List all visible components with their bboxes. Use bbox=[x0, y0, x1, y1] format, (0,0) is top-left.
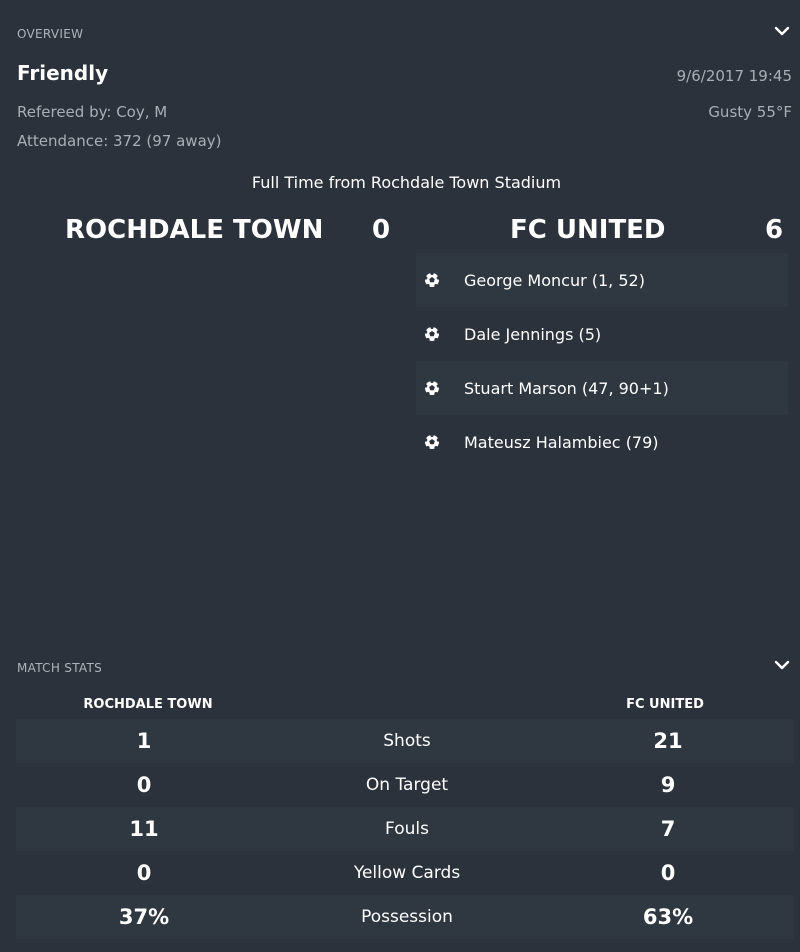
stat-row-yellow-cards: 0 Yellow Cards 0 bbox=[16, 851, 794, 895]
scorer-text: Stuart Marson (47, 90+1) bbox=[464, 378, 669, 398]
scorer-text: George Moncur (1, 52) bbox=[464, 270, 645, 290]
match-stats-section-title: MATCH STATS bbox=[17, 661, 103, 675]
stat-row-possession: 37% Possession 63% bbox=[16, 895, 794, 939]
home-team-name[interactable]: ROCHDALE TOWN bbox=[65, 215, 323, 245]
stat-label: Possession bbox=[361, 907, 453, 927]
stat-row-fouls: 11 Fouls 7 bbox=[16, 807, 794, 851]
match-stats-table: 1 Shots 21 0 On Target 9 11 Fouls 7 0 Ye… bbox=[16, 719, 794, 939]
scorer-row[interactable]: Dale Jennings (5) bbox=[416, 307, 788, 361]
football-icon bbox=[422, 432, 442, 452]
stat-home-value: 11 bbox=[129, 817, 159, 841]
match-status: Full Time from Rochdale Town Stadium bbox=[251, 173, 562, 192]
football-icon bbox=[422, 324, 442, 344]
scorer-text: Dale Jennings (5) bbox=[464, 324, 602, 344]
scorer-row[interactable]: George Moncur (1, 52) bbox=[416, 253, 788, 307]
away-score: 6 bbox=[765, 215, 784, 245]
stat-home-value: 0 bbox=[136, 861, 152, 885]
stat-row-shots: 1 Shots 21 bbox=[16, 719, 794, 763]
stat-home-value: 37% bbox=[118, 905, 170, 929]
away-team-name[interactable]: FC UNITED bbox=[510, 215, 666, 245]
attendance-text: Attendance: 372 (97 away) bbox=[17, 132, 222, 150]
scorer-row[interactable]: Mateusz Halambiec (79) bbox=[416, 415, 788, 469]
match-stats-collapse-chevron-icon[interactable] bbox=[774, 659, 790, 671]
away-scorers-list: George Moncur (1, 52) Dale Jennings (5) … bbox=[416, 253, 788, 469]
stat-row-on-target: 0 On Target 9 bbox=[16, 763, 794, 807]
stat-label: Shots bbox=[383, 731, 431, 751]
competition-name: Friendly bbox=[17, 61, 109, 85]
home-score: 0 bbox=[372, 215, 391, 245]
stat-away-value: 9 bbox=[660, 773, 676, 797]
stat-label: On Target bbox=[365, 775, 449, 795]
stat-label: Yellow Cards bbox=[353, 863, 461, 883]
football-icon bbox=[422, 270, 442, 290]
stats-home-team-header: ROCHDALE TOWN bbox=[83, 697, 213, 712]
stat-label: Fouls bbox=[385, 819, 429, 839]
stat-away-value: 63% bbox=[642, 905, 694, 929]
stat-away-value: 7 bbox=[660, 817, 676, 841]
stat-home-value: 1 bbox=[136, 729, 152, 753]
overview-collapse-chevron-icon[interactable] bbox=[774, 25, 790, 37]
scorer-row[interactable]: Stuart Marson (47, 90+1) bbox=[416, 361, 788, 415]
weather-text: Gusty 55°F bbox=[708, 103, 792, 121]
match-datetime: 9/6/2017 19:45 bbox=[676, 67, 792, 85]
referee-text: Refereed by: Coy, M bbox=[17, 103, 168, 121]
stat-away-value: 21 bbox=[653, 729, 683, 753]
overview-section-title: OVERVIEW bbox=[17, 27, 84, 41]
stat-away-value: 0 bbox=[660, 861, 676, 885]
stat-home-value: 0 bbox=[136, 773, 152, 797]
scorer-text: Mateusz Halambiec (79) bbox=[464, 432, 659, 452]
stats-away-team-header: FC UNITED bbox=[626, 697, 704, 712]
football-icon bbox=[422, 378, 442, 398]
